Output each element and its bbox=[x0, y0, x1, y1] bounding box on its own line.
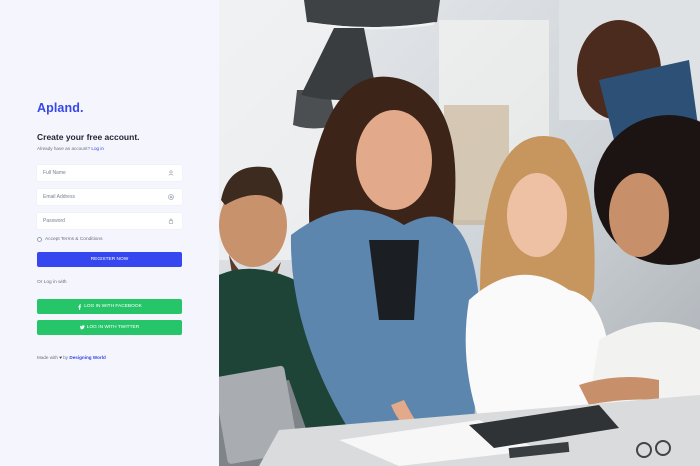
twitter-icon bbox=[79, 325, 85, 330]
lock-icon bbox=[168, 218, 174, 224]
facebook-label: LOG IN WITH FACEBOOK bbox=[84, 304, 142, 309]
email-field[interactable] bbox=[37, 189, 182, 205]
hero-photo bbox=[219, 0, 700, 466]
team-meeting-illustration bbox=[219, 0, 700, 466]
signup-panel: Apland. Create your free account. Alread… bbox=[0, 0, 219, 466]
email-input[interactable] bbox=[43, 189, 163, 205]
login-link[interactable]: Log in bbox=[91, 146, 104, 151]
user-icon bbox=[168, 170, 174, 176]
brand-logo[interactable]: Apland. bbox=[37, 101, 84, 115]
full-name-input[interactable] bbox=[43, 165, 163, 181]
form-subtitle: Already have an account? Log in bbox=[37, 146, 104, 151]
at-icon bbox=[168, 194, 174, 200]
password-input[interactable] bbox=[43, 213, 163, 229]
checkbox-circle[interactable] bbox=[37, 237, 42, 242]
terms-label: Accept Terms & Conditions bbox=[45, 237, 103, 242]
by-text: by bbox=[63, 355, 69, 360]
twitter-label: LOG IN WITH TWITTER bbox=[86, 325, 140, 330]
footer-credit: Made with ♥ by Designing World bbox=[37, 355, 106, 360]
full-name-field[interactable] bbox=[37, 165, 182, 181]
or-login-text: Or Log in with bbox=[37, 280, 67, 285]
form-title: Create your free account. bbox=[37, 132, 140, 142]
made-with-text: Made with bbox=[37, 355, 58, 360]
twitter-login-button[interactable]: LOG IN WITH TWITTER bbox=[37, 320, 182, 335]
facebook-login-button[interactable]: LOG IN WITH FACEBOOK bbox=[37, 299, 182, 314]
password-field[interactable] bbox=[37, 213, 182, 229]
subtitle-text: Already have an account? bbox=[37, 146, 91, 151]
terms-checkbox[interactable]: Accept Terms & Conditions bbox=[37, 237, 103, 242]
heart-icon: ♥ bbox=[59, 355, 62, 360]
register-button[interactable]: REGISTER NOW bbox=[37, 252, 182, 267]
register-label: REGISTER NOW bbox=[90, 257, 129, 262]
designer-link[interactable]: Designing World bbox=[69, 355, 105, 360]
facebook-icon bbox=[78, 303, 82, 310]
